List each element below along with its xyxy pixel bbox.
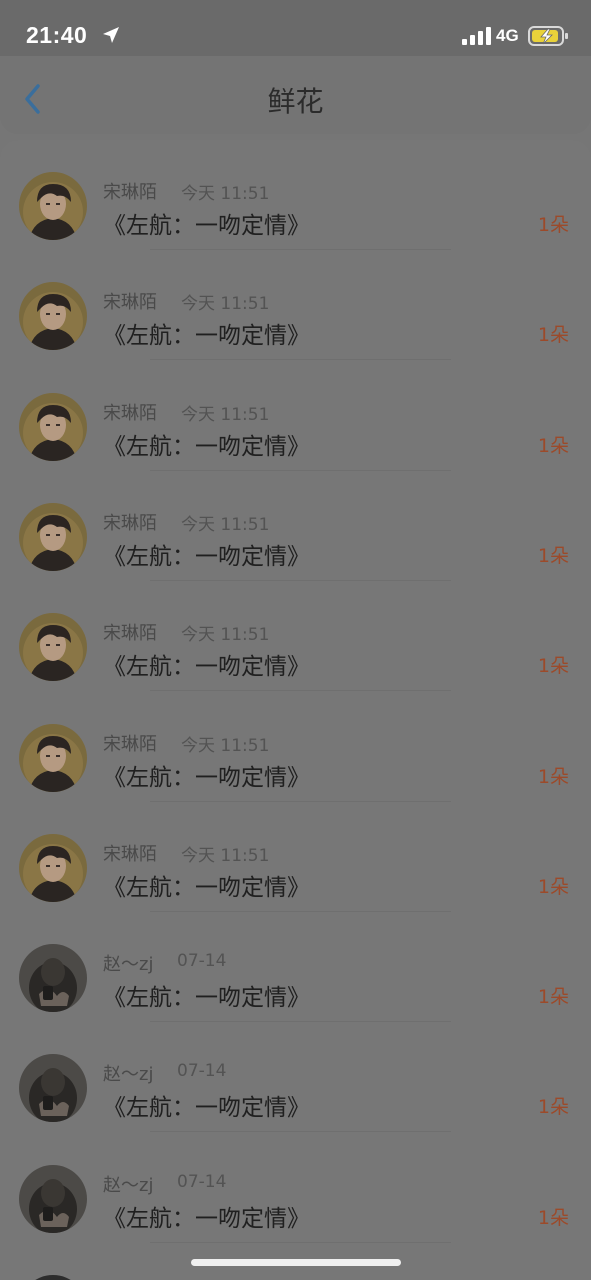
avatar-boy-portrait xyxy=(19,613,87,682)
post-time: 今天 11:51 xyxy=(181,294,270,315)
post-time: 今天 11:51 xyxy=(181,845,270,866)
flower-count: 1朵 xyxy=(537,324,569,347)
flower-count: 1朵 xyxy=(537,875,569,898)
list-item[interactable]: 赵～zj 07-14 《左航：一吻定情》 1朵 xyxy=(0,1133,591,1243)
flower-count: 1朵 xyxy=(537,544,569,567)
book-title: 《左航：一吻定情》 xyxy=(103,874,310,901)
list-item[interactable]: 赵～zj 07-14 《左航：一吻定情》 1朵 xyxy=(0,912,591,1023)
avatar-dark-portrait xyxy=(19,944,87,1013)
battery-charging-icon xyxy=(528,26,568,46)
post-time: 今天 11:51 xyxy=(181,514,270,535)
user-name: 宋琳陌 xyxy=(103,623,157,645)
post-time: 今天 11:51 xyxy=(181,735,270,756)
avatar[interactable] xyxy=(19,613,87,682)
list-item[interactable]: 宋琳陌 今天 11:51 《左航：一吻定情》 1朵 xyxy=(0,361,591,471)
list-item[interactable]: 宋琳陌 今天 11:51 《左航：一吻定情》 1朵 xyxy=(0,581,591,692)
flower-count: 1朵 xyxy=(537,1096,569,1119)
page-title: 鲜花 xyxy=(267,85,324,118)
avatar[interactable] xyxy=(19,282,87,351)
status-bar: 21:40 4G xyxy=(0,0,591,56)
book-title: 《左航：一吻定情》 xyxy=(103,323,310,350)
network-type: 4G xyxy=(496,26,519,45)
list-item[interactable]: 宋琳陌 今天 11:51 《左航：一吻定情》 1朵 xyxy=(0,802,591,912)
user-name: 宋琳陌 xyxy=(103,512,157,534)
navigation-bar: 鲜花 xyxy=(0,56,591,134)
user-name: 赵～zj xyxy=(103,954,154,976)
flower-count: 1朵 xyxy=(537,434,569,457)
book-title: 《左航：一吻定情》 xyxy=(103,654,310,681)
user-name: 宋琳陌 xyxy=(103,402,157,424)
flower-count: 1朵 xyxy=(537,214,569,236)
avatar-boy-portrait xyxy=(19,392,87,461)
avatar[interactable] xyxy=(19,723,87,792)
avatar-boy-portrait xyxy=(19,282,87,351)
user-name: 宋琳陌 xyxy=(103,733,157,755)
status-time: 21:40 xyxy=(26,22,88,48)
book-title: 《左航：一吻定情》 xyxy=(103,543,310,570)
screen: 21:40 4G 鲜花 宋琳陌 今天 11:51 《左航：一吻定情》 1朵 宋琳陌 今天 … xyxy=(0,0,591,1280)
avatar-boy-portrait xyxy=(19,502,87,571)
post-time: 07-14 xyxy=(177,1171,227,1192)
flower-list: 宋琳陌 今天 11:51 《左航：一吻定情》 1朵 宋琳陌 今天 11:51 《左航：一吻定… xyxy=(0,140,591,1280)
flower-count: 1朵 xyxy=(537,655,569,678)
book-title: 《左航：一吻定情》 xyxy=(103,213,310,239)
avatar-boy-portrait xyxy=(19,172,87,240)
list-item[interactable]: 宋琳陌 今天 11:51 《左航：一吻定情》 1朵 xyxy=(0,140,591,250)
flower-count: 1朵 xyxy=(537,986,569,1009)
list-item[interactable]: 宋琳陌 今天 11:51 《左航：一吻定情》 1朵 xyxy=(0,250,591,361)
avatar-dark-portrait xyxy=(19,1164,87,1233)
user-name: 赵～zj xyxy=(103,1174,154,1196)
avatar-boy-portrait xyxy=(19,723,87,792)
avatar[interactable] xyxy=(19,1164,87,1233)
book-title: 《左航：一吻定情》 xyxy=(103,985,310,1012)
avatar-dark-portrait xyxy=(19,1054,87,1123)
flower-count: 1朵 xyxy=(537,1206,569,1229)
user-name: 赵～zj xyxy=(103,1064,154,1086)
avatar-boy-portrait xyxy=(19,833,87,902)
avatar[interactable] xyxy=(19,944,87,1013)
book-title: 《左航：一吻定情》 xyxy=(103,764,310,791)
post-time: 07-14 xyxy=(177,1061,227,1082)
cellular-signal-icon xyxy=(462,27,491,45)
avatar[interactable] xyxy=(19,833,87,902)
post-time: 今天 11:51 xyxy=(181,404,270,425)
user-name: 宋琳陌 xyxy=(103,843,157,865)
user-name: 宋琳陌 xyxy=(103,292,157,314)
post-time: 今天 11:51 xyxy=(181,625,270,646)
avatar[interactable] xyxy=(19,392,87,461)
list-item[interactable]: 宋琳陌 今天 11:51 《左航：一吻定情》 1朵 xyxy=(0,471,591,581)
post-time: 07-14 xyxy=(177,951,227,972)
post-time: 今天 11:51 xyxy=(181,184,270,204)
row-divider xyxy=(150,1241,451,1243)
avatar[interactable] xyxy=(19,1054,87,1123)
book-title: 《左航：一吻定情》 xyxy=(103,1095,310,1122)
home-indicator[interactable] xyxy=(191,1259,401,1266)
avatar[interactable] xyxy=(19,502,87,571)
flower-count: 1朵 xyxy=(537,765,569,788)
book-title: 《左航：一吻定情》 xyxy=(103,433,310,460)
book-title: 《左航：一吻定情》 xyxy=(103,1205,310,1232)
user-name: 宋琳陌 xyxy=(103,182,157,203)
avatar[interactable] xyxy=(19,172,87,240)
list-item[interactable]: 宋琳陌 今天 11:51 《左航：一吻定情》 1朵 xyxy=(0,692,591,802)
list-item[interactable]: 赵～zj 07-14 《左航：一吻定情》 1朵 xyxy=(0,1022,591,1133)
location-arrow-icon xyxy=(103,27,119,43)
